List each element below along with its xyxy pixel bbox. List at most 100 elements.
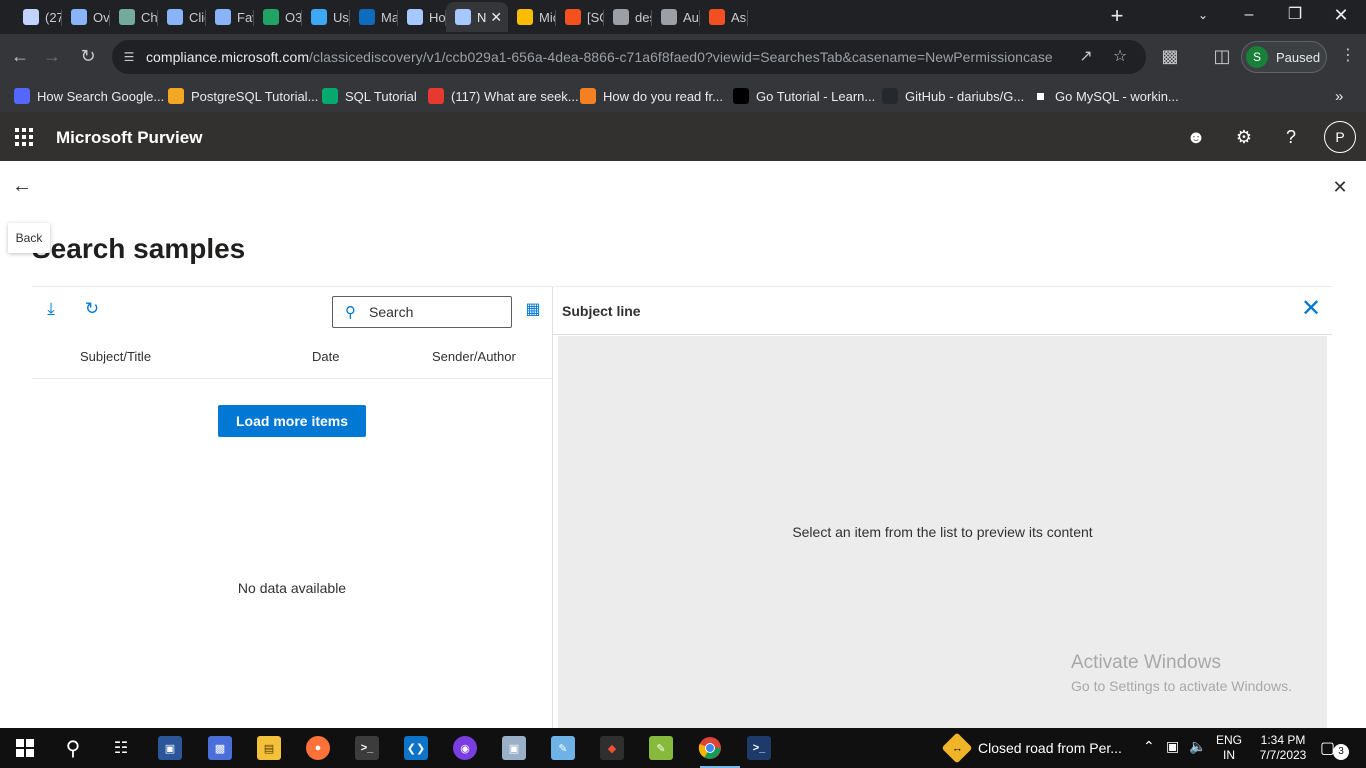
browser-tab[interactable]: User <box>302 2 350 32</box>
site-settings-icon[interactable]: ☰ <box>121 49 137 65</box>
bookmark-star-icon[interactable]: ☆ <box>1110 47 1130 67</box>
browser-tab[interactable]: Mail <box>350 2 398 32</box>
customize-columns-icon[interactable]: ▦ <box>522 299 544 321</box>
side-panel-icon[interactable]: ◫ <box>1208 42 1236 70</box>
app-icon-remote[interactable]: ▩ <box>205 733 235 763</box>
help-icon[interactable]: ? <box>1278 124 1304 150</box>
forward-arrow-icon[interactable]: → <box>38 42 66 70</box>
start-windows-icon[interactable] <box>10 733 40 763</box>
restore-button[interactable]: ❐ <box>1272 0 1318 32</box>
app-header: Microsoft Purview ☻ ⚙ ? <box>0 112 1366 161</box>
reload-icon[interactable]: ↻ <box>74 42 102 70</box>
browser-tab[interactable]: O36 <box>254 2 302 32</box>
task-view-icon[interactable]: ☷ <box>106 733 136 763</box>
empty-state-text: No data available <box>237 580 347 596</box>
new-tab-button[interactable]: + <box>1103 4 1131 30</box>
bookmark-item[interactable]: Go Tutorial - Learn... <box>733 86 875 106</box>
search-box[interactable]: ⚲ <box>332 296 512 328</box>
column-header-date[interactable]: Date <box>312 349 339 364</box>
download-icon[interactable]: ⤓ <box>39 297 63 321</box>
url-text[interactable]: compliance.microsoft.com/classicediscove… <box>146 49 1053 65</box>
bookmark-item[interactable]: Go MySQL - workin... <box>1033 86 1179 106</box>
app-icon-network[interactable]: ▣ <box>155 733 185 763</box>
search-input[interactable] <box>369 302 504 322</box>
app-icon-editor[interactable]: ✎ <box>646 733 676 763</box>
browser-tab[interactable]: Favo <box>206 2 254 32</box>
browser-tab[interactable]: N ✕ <box>446 2 508 32</box>
address-bar[interactable]: ☰ compliance.microsoft.com/classicedisco… <box>112 40 1146 74</box>
preview-pane: Select an item from the list to preview … <box>558 336 1327 728</box>
browser-tab[interactable]: [SOL <box>556 2 604 32</box>
system-clock[interactable]: 1:34 PM 7/7/2023 <box>1253 733 1313 763</box>
firefox-icon[interactable]: ● <box>303 733 333 763</box>
bookmark-item[interactable]: SQL Tutorial <box>322 86 417 106</box>
traffic-notification[interactable]: ↔ Closed road from Per... <box>941 732 1122 764</box>
search-icon[interactable]: ⚲ <box>58 733 88 763</box>
browser-tab[interactable]: desk <box>604 2 652 32</box>
back-arrow-icon[interactable]: ← <box>12 176 36 198</box>
browser-tab[interactable]: Over <box>62 2 110 32</box>
share-icon[interactable]: ↗ <box>1076 47 1096 67</box>
browser-tab[interactable]: Hom <box>398 2 446 32</box>
bookmark-item[interactable]: How do you read fr... <box>580 86 723 106</box>
volume-muted-icon[interactable]: 🔈 <box>1189 738 1206 755</box>
gb-icon <box>733 88 749 104</box>
close-panel-icon[interactable]: ✕ <box>1330 177 1350 197</box>
bookmark-item[interactable]: PostgreSQL Tutorial... <box>168 86 318 106</box>
chrome-icon[interactable] <box>695 733 740 768</box>
browser-menu-icon[interactable]: ⋮ <box>1334 42 1362 70</box>
close-tab-icon[interactable]: ✕ <box>490 9 502 26</box>
terminal-icon[interactable]: >_ <box>352 733 382 763</box>
column-header-subject[interactable]: Subject/Title <box>80 349 151 364</box>
bookmark-item[interactable]: GitHub - dariubs/G... <box>882 86 1024 106</box>
close-window-button[interactable]: ✕ <box>1318 0 1364 32</box>
more-bookmarks-icon[interactable]: » <box>1335 86 1343 106</box>
bookmark-item[interactable]: (117) What are seek... <box>428 86 579 106</box>
network-icon[interactable]: ▣ <box>1166 738 1179 755</box>
tab-search-chevron-icon[interactable]: ⌄ <box>1190 0 1216 32</box>
sheet-icon <box>263 9 279 25</box>
back-arrow-icon[interactable]: ← <box>6 42 34 70</box>
browser-tab[interactable]: Ask <box>700 2 748 32</box>
stackoverflow-icon <box>580 88 596 104</box>
bookmark-label: GitHub - dariubs/G... <box>905 88 1025 104</box>
action-center-icon[interactable]: ▢ 3 <box>1320 738 1349 760</box>
refresh-icon[interactable]: ↻ <box>80 297 104 321</box>
close-preview-icon[interactable]: ✕ <box>1299 296 1323 322</box>
app-launcher-icon[interactable] <box>13 126 33 146</box>
user-avatar[interactable]: P <box>1324 121 1356 153</box>
browser-tab[interactable]: Cliq <box>158 2 206 32</box>
app-icon-purple[interactable]: ◉ <box>450 733 480 763</box>
tab-label: Chro <box>141 9 158 25</box>
globe-icon <box>661 9 677 25</box>
results-list-pane: ⤓ ↻ ⚲ ▦ Subject/Title Date Sender/Author… <box>32 287 552 728</box>
bookmarks-bar: How Search Google... PostgreSQL Tutorial.… <box>0 80 1366 112</box>
git-icon[interactable]: ◆ <box>597 733 627 763</box>
tab-label: (272) <box>45 9 62 25</box>
column-header-sender[interactable]: Sender/Author <box>432 349 516 364</box>
bookmark-item[interactable]: How Search Google... <box>14 86 164 106</box>
bookmark-label: Go MySQL - workin... <box>1055 88 1179 104</box>
app-name[interactable]: Microsoft Purview <box>56 128 202 148</box>
browser-tab[interactable]: Auth <box>652 2 700 32</box>
people-icon[interactable]: ☻ <box>1183 124 1209 150</box>
divider <box>32 378 552 379</box>
show-hidden-icons-chevron[interactable]: ⌃ <box>1143 738 1155 755</box>
tab-label: Micr <box>539 9 556 25</box>
app-icon-notes[interactable]: ✎ <box>548 733 578 763</box>
browser-tab[interactable]: (272) <box>14 2 62 32</box>
file-explorer-icon[interactable]: ▤ <box>254 733 284 763</box>
browser-tab[interactable]: Micr <box>508 2 556 32</box>
app-icon-gallery[interactable]: ▣ <box>499 733 529 763</box>
input-language[interactable]: ENG IN <box>1215 733 1243 763</box>
browser-tab[interactable]: Chro <box>110 2 158 32</box>
load-more-button[interactable]: Load more items <box>218 405 366 437</box>
vscode-icon[interactable]: ❮❯ <box>401 733 431 763</box>
settings-gear-icon[interactable]: ⚙ <box>1231 124 1257 150</box>
minimize-button[interactable]: – <box>1226 0 1272 32</box>
page-title: Search samples <box>32 233 246 264</box>
profile-button[interactable]: S Paused <box>1241 41 1327 73</box>
powershell-icon[interactable]: >_ <box>744 733 774 763</box>
extensions-icon[interactable]: ▩ <box>1156 42 1184 70</box>
search-icon: ⚲ <box>345 304 356 321</box>
